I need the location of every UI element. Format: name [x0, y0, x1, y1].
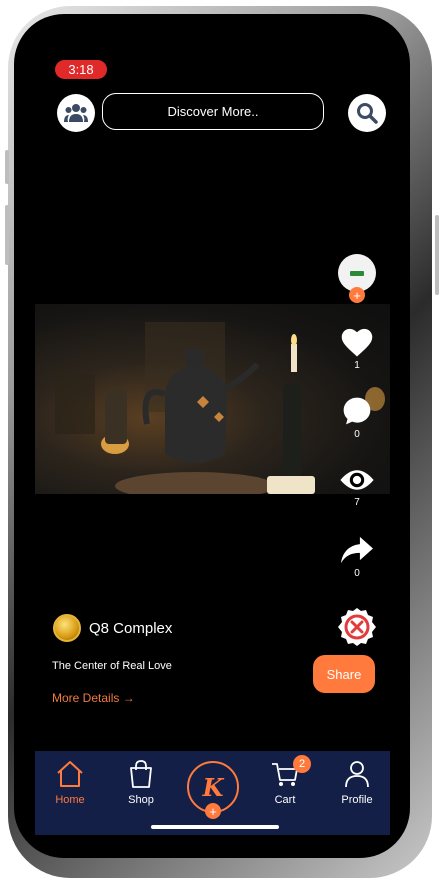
channel-name: Q8 Complex — [89, 619, 173, 637]
dismiss-button[interactable] — [336, 607, 378, 647]
phone-power-button — [435, 215, 439, 295]
nav-profile[interactable]: Profile — [327, 759, 387, 806]
view-count: 7 — [354, 497, 360, 508]
groups-button[interactable] — [57, 94, 95, 132]
like-count: 1 — [354, 360, 360, 371]
cart-count-badge: 2 — [293, 755, 311, 773]
heart-icon — [341, 328, 373, 357]
search-icon — [357, 103, 378, 124]
search-button[interactable] — [348, 94, 386, 132]
screen: 3:18 Discover More.. + 1 0 7 0 Q8 Comple… — [14, 14, 410, 858]
search-field-label: Discover More.. — [167, 104, 259, 119]
home-icon — [57, 761, 83, 787]
eye-icon — [340, 470, 374, 490]
phone-side-button — [5, 150, 9, 184]
more-details-link[interactable]: More Details → — [52, 691, 135, 705]
comment-bubble-icon — [343, 397, 371, 425]
comment-count: 0 — [354, 429, 360, 440]
follow-plus-icon[interactable]: + — [349, 287, 365, 303]
nav-home[interactable]: Home — [40, 759, 100, 806]
discover-search-field[interactable]: Discover More.. — [102, 93, 324, 130]
cart-icon-wrap: 2 — [270, 755, 311, 789]
nav-shop-label: Shop — [128, 794, 154, 806]
channel-info[interactable]: Q8 Complex — [53, 614, 172, 642]
status-time: 3:18 — [55, 60, 107, 79]
share-arrow-icon — [341, 536, 373, 564]
bottom-navigation: Home Shop K + 2 Cart Profile — [35, 751, 390, 835]
center-k-logo: K — [202, 772, 224, 802]
profile-icon — [345, 761, 369, 788]
center-plus-icon[interactable]: + — [205, 803, 221, 819]
post-tagline: The Center of Real Love — [52, 660, 172, 672]
like-button[interactable]: 1 — [336, 326, 378, 371]
share-count: 0 — [354, 568, 360, 579]
nav-profile-label: Profile — [341, 794, 373, 806]
nav-cart-label: Cart — [274, 794, 296, 806]
nav-home-label: Home — [55, 794, 85, 806]
creator-logo-icon — [350, 270, 364, 276]
views-indicator: 7 — [336, 465, 378, 508]
comment-button[interactable]: 0 — [336, 395, 378, 440]
home-indicator[interactable] — [151, 825, 279, 829]
channel-avatar — [53, 614, 81, 642]
close-badge-icon — [338, 608, 376, 646]
people-icon — [64, 104, 88, 122]
nav-shop[interactable]: Shop — [111, 759, 171, 806]
shopping-bag-icon — [130, 760, 152, 788]
share-button[interactable]: Share — [313, 655, 375, 693]
creator-avatar-button[interactable]: + — [336, 254, 378, 303]
forward-share-button[interactable]: 0 — [336, 534, 378, 579]
nav-cart[interactable]: 2 Cart — [255, 755, 315, 806]
phone-volume-button — [5, 205, 9, 265]
